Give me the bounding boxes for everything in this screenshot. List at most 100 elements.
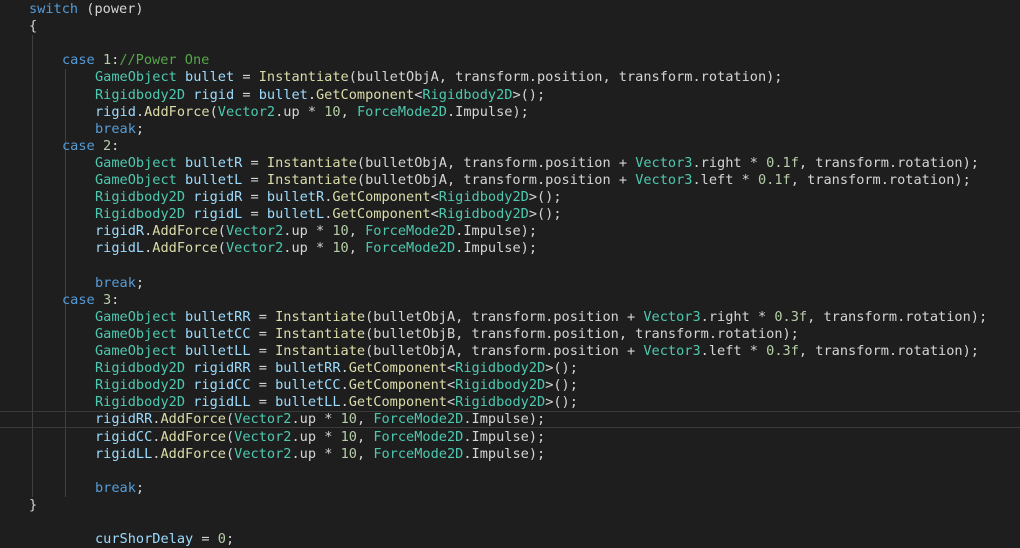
type-name: ForceMode2D [373, 445, 464, 462]
type-name: ForceMode2D [373, 428, 464, 445]
code-text: .left * [692, 172, 758, 188]
type-name: Vector2 [234, 411, 292, 428]
number-literal: 2 [102, 137, 112, 154]
code-text: , transform.rotation); [798, 343, 979, 359]
code-line[interactable]: rigidLL.AddForce(Vector2.up * 10, ForceM… [0, 446, 1020, 463]
code-line[interactable]: GameObject bulletRR = Instantiate(bullet… [0, 309, 1020, 326]
identifier: rigidL [95, 240, 145, 257]
number-literal: 1 [102, 52, 112, 69]
number-literal: 10 [324, 103, 341, 120]
function-name: Instantiate [275, 325, 366, 342]
number-literal: 0.3f [766, 343, 799, 359]
code-text: . [135, 103, 145, 120]
type-name: Vector3 [643, 343, 701, 359]
code-text: = [234, 86, 259, 103]
code-text: = [250, 360, 276, 377]
function-name: AddForce [144, 103, 210, 120]
code-text: .Impulse); [463, 445, 546, 462]
code-line[interactable]: case 2: [0, 138, 1020, 155]
code-text: . [307, 86, 316, 103]
code-line[interactable] [0, 35, 1020, 52]
code-text: , transform.rotation); [798, 154, 979, 171]
code-text: , [348, 240, 366, 257]
code-text: .Impulse); [455, 240, 537, 257]
code-text: ; [135, 274, 145, 291]
identifier: rigid [95, 103, 136, 120]
code-line[interactable]: rigidRR.AddForce(Vector2.up * 10, ForceM… [0, 411, 1020, 429]
code-line[interactable]: Rigidbody2D rigidR = bulletR.GetComponen… [0, 189, 1020, 206]
code-line[interactable] [0, 514, 1020, 531]
code-line[interactable]: switch (power) [0, 1, 1020, 18]
code-line[interactable]: Rigidbody2D rigid = bullet.GetComponent<… [0, 87, 1020, 104]
code-line[interactable]: } [0, 497, 1020, 514]
code-text: { [29, 18, 38, 35]
code-text: , transform.rotation); [790, 172, 971, 188]
code-text: >(); [545, 377, 578, 394]
identifier: rigidCC [95, 428, 153, 445]
code-line[interactable]: rigidR.AddForce(Vector2.up * 10, ForceMo… [0, 223, 1020, 240]
code-line[interactable]: Rigidbody2D rigidLL = bulletLL.GetCompon… [0, 394, 1020, 411]
code-line[interactable]: Rigidbody2D rigidCC = bulletCC.GetCompon… [0, 377, 1020, 394]
code-text: .up * [291, 428, 341, 445]
type-name: Rigidbody2D [95, 360, 186, 377]
code-text: = [242, 206, 267, 223]
code-line[interactable]: GameObject bulletL = Instantiate(bulletO… [0, 172, 1020, 189]
code-editor[interactable]: switch (power){case 1://Power One GameObj… [0, 0, 1020, 547]
type-name: Rigidbody2D [422, 86, 513, 103]
code-line[interactable] [0, 258, 1020, 275]
code-line[interactable]: break; [0, 480, 1020, 497]
function-name: GetComponent [348, 360, 447, 377]
number-literal: 0.3f [774, 308, 808, 325]
code-line[interactable]: case 1://Power One [0, 52, 1020, 69]
type-name: Rigidbody2D [95, 394, 186, 411]
code-text: .Impulse); [455, 223, 537, 240]
code-text: (bulletObjA, transform.position + [356, 172, 636, 188]
identifier: bulletCC [185, 325, 251, 342]
code-line[interactable]: GameObject bulletLL = Instantiate(bullet… [0, 343, 1020, 360]
code-line[interactable]: Rigidbody2D rigidL = bulletL.GetComponen… [0, 206, 1020, 223]
keyword: break [95, 274, 136, 291]
code-line[interactable]: { [0, 18, 1020, 35]
code-line[interactable]: break; [0, 121, 1020, 138]
code-text: = [242, 172, 267, 188]
code-text: < [446, 394, 456, 411]
code-text: .up * [275, 103, 325, 120]
code-text: < [430, 189, 439, 206]
code-line[interactable]: case 3: [0, 292, 1020, 309]
code-text: (bulletObjA, transform.position + [365, 343, 644, 359]
function-name: GetComponent [332, 206, 431, 223]
code-line[interactable]: GameObject bulletR = Instantiate(bulletO… [0, 155, 1020, 172]
code-line[interactable]: GameObject bulletCC = Instantiate(bullet… [0, 326, 1020, 343]
code-text: = [193, 531, 218, 548]
type-name: ForceMode2D [356, 103, 447, 120]
identifier: rigidL [193, 206, 243, 223]
code-line[interactable]: break; [0, 275, 1020, 292]
code-text: < [446, 377, 456, 394]
code-line[interactable]: Rigidbody2D rigidRR = bulletRR.GetCompon… [0, 360, 1020, 377]
code-line[interactable]: curShorDelay = 0; [0, 531, 1020, 548]
keyword: case [62, 137, 95, 154]
code-text: = [234, 69, 259, 86]
code-line[interactable]: rigidCC.AddForce(Vector2.up * 10, ForceM… [0, 429, 1020, 446]
code-line[interactable]: rigid.AddForce(Vector2.up * 10, ForceMod… [0, 104, 1020, 121]
code-text: = [250, 325, 276, 342]
type-name: Rigidbody2D [455, 377, 546, 394]
code-line[interactable]: rigidL.AddForce(Vector2.up * 10, ForceMo… [0, 240, 1020, 257]
code-line[interactable] [0, 463, 1020, 480]
type-name: Rigidbody2D [438, 189, 529, 206]
type-name: ForceMode2D [365, 223, 456, 240]
code-text: = [242, 189, 267, 206]
code-text: = [250, 377, 276, 394]
number-literal: 3 [102, 291, 112, 308]
code-text: (bulletObjB, transform.position, transfo… [365, 325, 799, 342]
code-text: (power) [78, 1, 144, 17]
code-line[interactable]: GameObject bullet = Instantiate(bulletOb… [0, 69, 1020, 86]
identifier: bulletR [185, 154, 243, 171]
identifier: bulletLL [185, 343, 251, 359]
